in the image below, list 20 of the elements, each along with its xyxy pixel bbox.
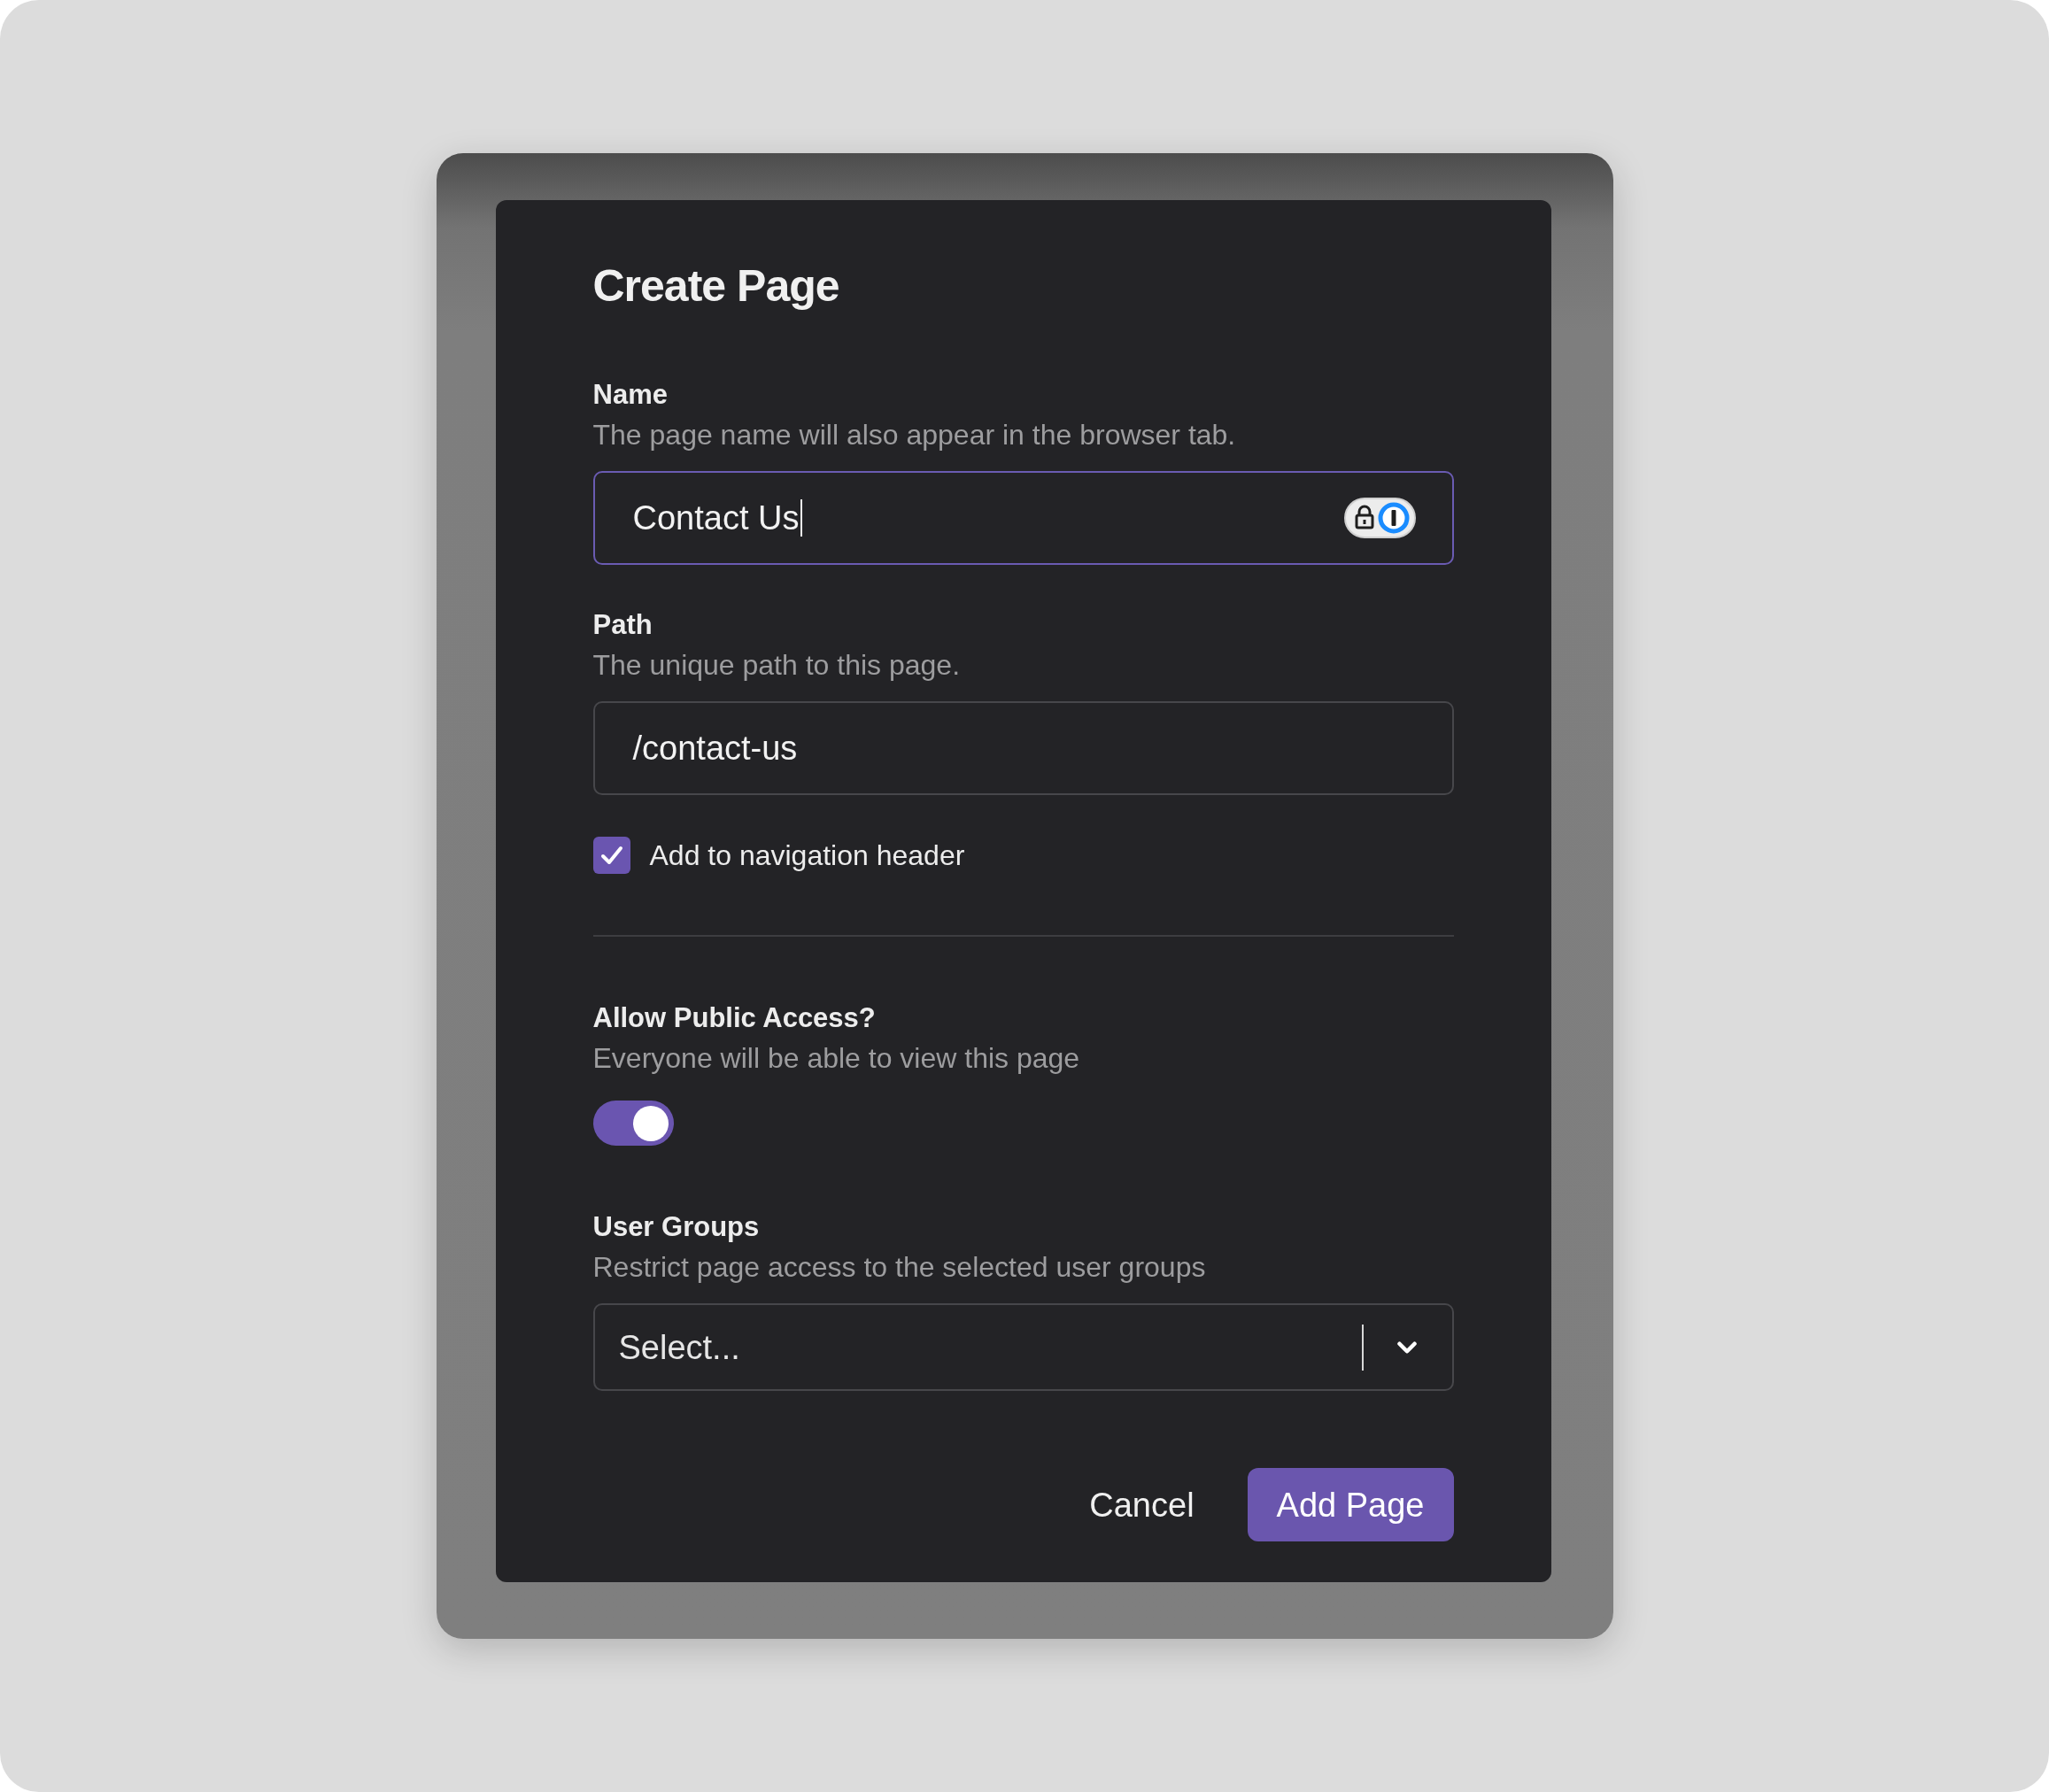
text-field[interactable]: /contact-us bbox=[592, 701, 1454, 795]
text-cursor-icon bbox=[800, 499, 803, 537]
field-label: Allow Public Access? bbox=[592, 1002, 876, 1034]
field-label: User Groups bbox=[592, 1211, 760, 1243]
text-field[interactable]: Contact Us bbox=[592, 471, 1454, 565]
toggle-switch[interactable] bbox=[592, 1101, 674, 1146]
dialog-title: Create Page bbox=[592, 260, 839, 313]
password-manager-icon[interactable] bbox=[1343, 498, 1416, 538]
cancel-button[interactable]: Cancel bbox=[1068, 1468, 1216, 1541]
add-page-button[interactable]: Add Page bbox=[1247, 1468, 1454, 1541]
field-description: Everyone will be able to view this page bbox=[592, 1041, 1080, 1075]
checkbox[interactable] bbox=[592, 837, 630, 874]
check-icon bbox=[599, 846, 623, 865]
field-description: Restrict page access to the selected user groups bbox=[592, 1250, 1206, 1284]
field-description: The unique path to this page. bbox=[592, 648, 961, 682]
field-description: The page name will also appear in the browser tab. bbox=[592, 418, 1236, 452]
field-label: Path bbox=[592, 609, 653, 641]
field-label: Name bbox=[592, 379, 668, 411]
checkbox-label: Add to navigation header bbox=[649, 838, 965, 873]
select-dropdown[interactable]: Select... bbox=[592, 1303, 1454, 1391]
